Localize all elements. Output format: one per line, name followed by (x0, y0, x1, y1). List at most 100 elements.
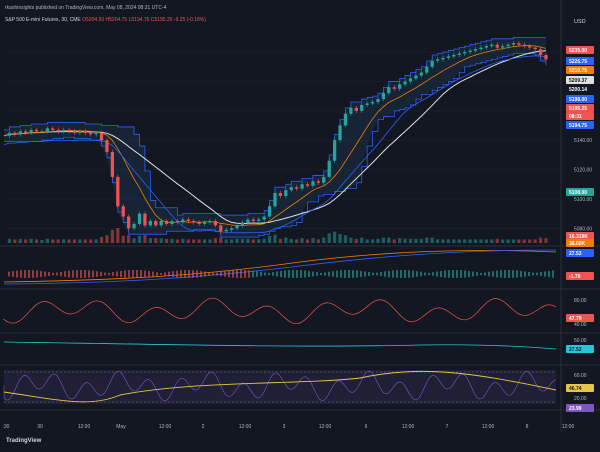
y-tick-label: 50.00 (574, 338, 587, 344)
volume-bar (511, 239, 516, 243)
price-label: 5200.14 (569, 87, 587, 93)
histogram-bar (360, 270, 362, 278)
histogram-bar (504, 270, 506, 278)
histogram-bar (28, 270, 30, 278)
histogram-bar (300, 270, 302, 278)
volume-bar (154, 238, 158, 243)
histogram-bar (132, 270, 134, 278)
x-tick-label: 3 (283, 424, 286, 430)
histogram-bar (236, 270, 238, 278)
volume-bar (376, 238, 380, 243)
histogram-bar (312, 271, 314, 277)
volume-bar (398, 238, 402, 243)
histogram-bar (172, 271, 174, 277)
histogram-bar (528, 271, 530, 277)
candle (365, 103, 369, 105)
candle (473, 49, 478, 51)
candle (83, 131, 87, 133)
volume-bar (425, 237, 429, 243)
y-tick-label: 5080.00 (574, 226, 592, 232)
volume-bar (506, 239, 510, 243)
volume-bar (327, 233, 331, 243)
candle (148, 220, 152, 226)
histogram-bar (196, 270, 198, 278)
histogram-bar (436, 271, 438, 277)
volume-bar (197, 239, 201, 243)
volume-bar (186, 239, 190, 243)
volume-bar (116, 228, 120, 243)
volume-bar (403, 238, 407, 243)
volume-bar (387, 237, 391, 243)
volume-bar (170, 238, 174, 243)
histogram-bar (336, 270, 338, 278)
rsi-line (3, 297, 557, 325)
price-label: 5108.00 (569, 190, 587, 196)
volume-bar (159, 238, 163, 243)
histogram-bar (164, 272, 166, 276)
volume-bar (137, 235, 142, 243)
volume-bar (278, 238, 283, 243)
histogram-bar (396, 270, 398, 278)
volume-bar (235, 238, 239, 243)
histogram-bar (244, 270, 246, 278)
histogram-bar (420, 271, 422, 277)
volume-bar (105, 235, 109, 243)
histogram-bar (8, 271, 10, 277)
tradingview-logo[interactable]: TradingView (6, 438, 41, 444)
histogram-bar (552, 270, 554, 278)
volume-bar (143, 235, 147, 243)
price-label: 5210.75 (569, 68, 587, 74)
candle (506, 44, 510, 47)
price-chart[interactable]: 5200.005180.005160.005140.005120.005100.… (0, 0, 600, 452)
histogram-bar (500, 270, 502, 278)
histogram-bar (24, 270, 26, 278)
candle (132, 223, 136, 229)
histogram-bar (536, 272, 538, 276)
histogram-bar (68, 270, 70, 278)
histogram-bar (392, 270, 394, 278)
histogram-bar (176, 270, 178, 278)
volume-bar (430, 237, 434, 243)
histogram-bar (108, 272, 110, 276)
price-label: 5195.25 (569, 106, 587, 112)
x-tick-label: 12:00 (482, 424, 495, 430)
x-tick-label: 6 (365, 424, 368, 430)
volume-bar (495, 238, 499, 243)
candle (517, 43, 521, 45)
histogram-bar (188, 270, 190, 278)
histogram-bar (352, 270, 354, 278)
candle (246, 219, 250, 223)
candle (257, 219, 261, 221)
histogram-bar (368, 271, 370, 277)
candle (452, 54, 456, 57)
x-tick-label: 12:00 (159, 424, 172, 430)
histogram-bar (36, 270, 38, 278)
histogram-bar (120, 270, 122, 278)
price-label: 5209.37 (569, 78, 587, 84)
histogram-bar (96, 271, 98, 277)
pane3-value-label: 47.79 (569, 316, 582, 322)
volume-bar (164, 238, 169, 243)
candle (164, 220, 169, 224)
candle (110, 151, 115, 177)
candle (170, 220, 174, 224)
histogram-bar (288, 270, 290, 278)
histogram-bar (208, 272, 210, 276)
volume-bar (343, 235, 348, 243)
histogram-bar (180, 270, 182, 278)
volume-bar (224, 239, 228, 243)
x-tick-label: 30 (37, 424, 43, 430)
histogram-bar (144, 270, 146, 278)
histogram-bar (16, 270, 18, 278)
candle (34, 129, 39, 132)
volume-bar (311, 238, 315, 243)
volume-bar (78, 239, 82, 243)
volume-bar (67, 239, 71, 243)
candle (457, 53, 461, 55)
volume-bar (45, 238, 49, 243)
candle (137, 213, 142, 224)
histogram-bar (492, 271, 494, 277)
candle (208, 220, 212, 223)
volume-bar (354, 238, 358, 243)
price-label: 5235.00 (569, 48, 587, 54)
